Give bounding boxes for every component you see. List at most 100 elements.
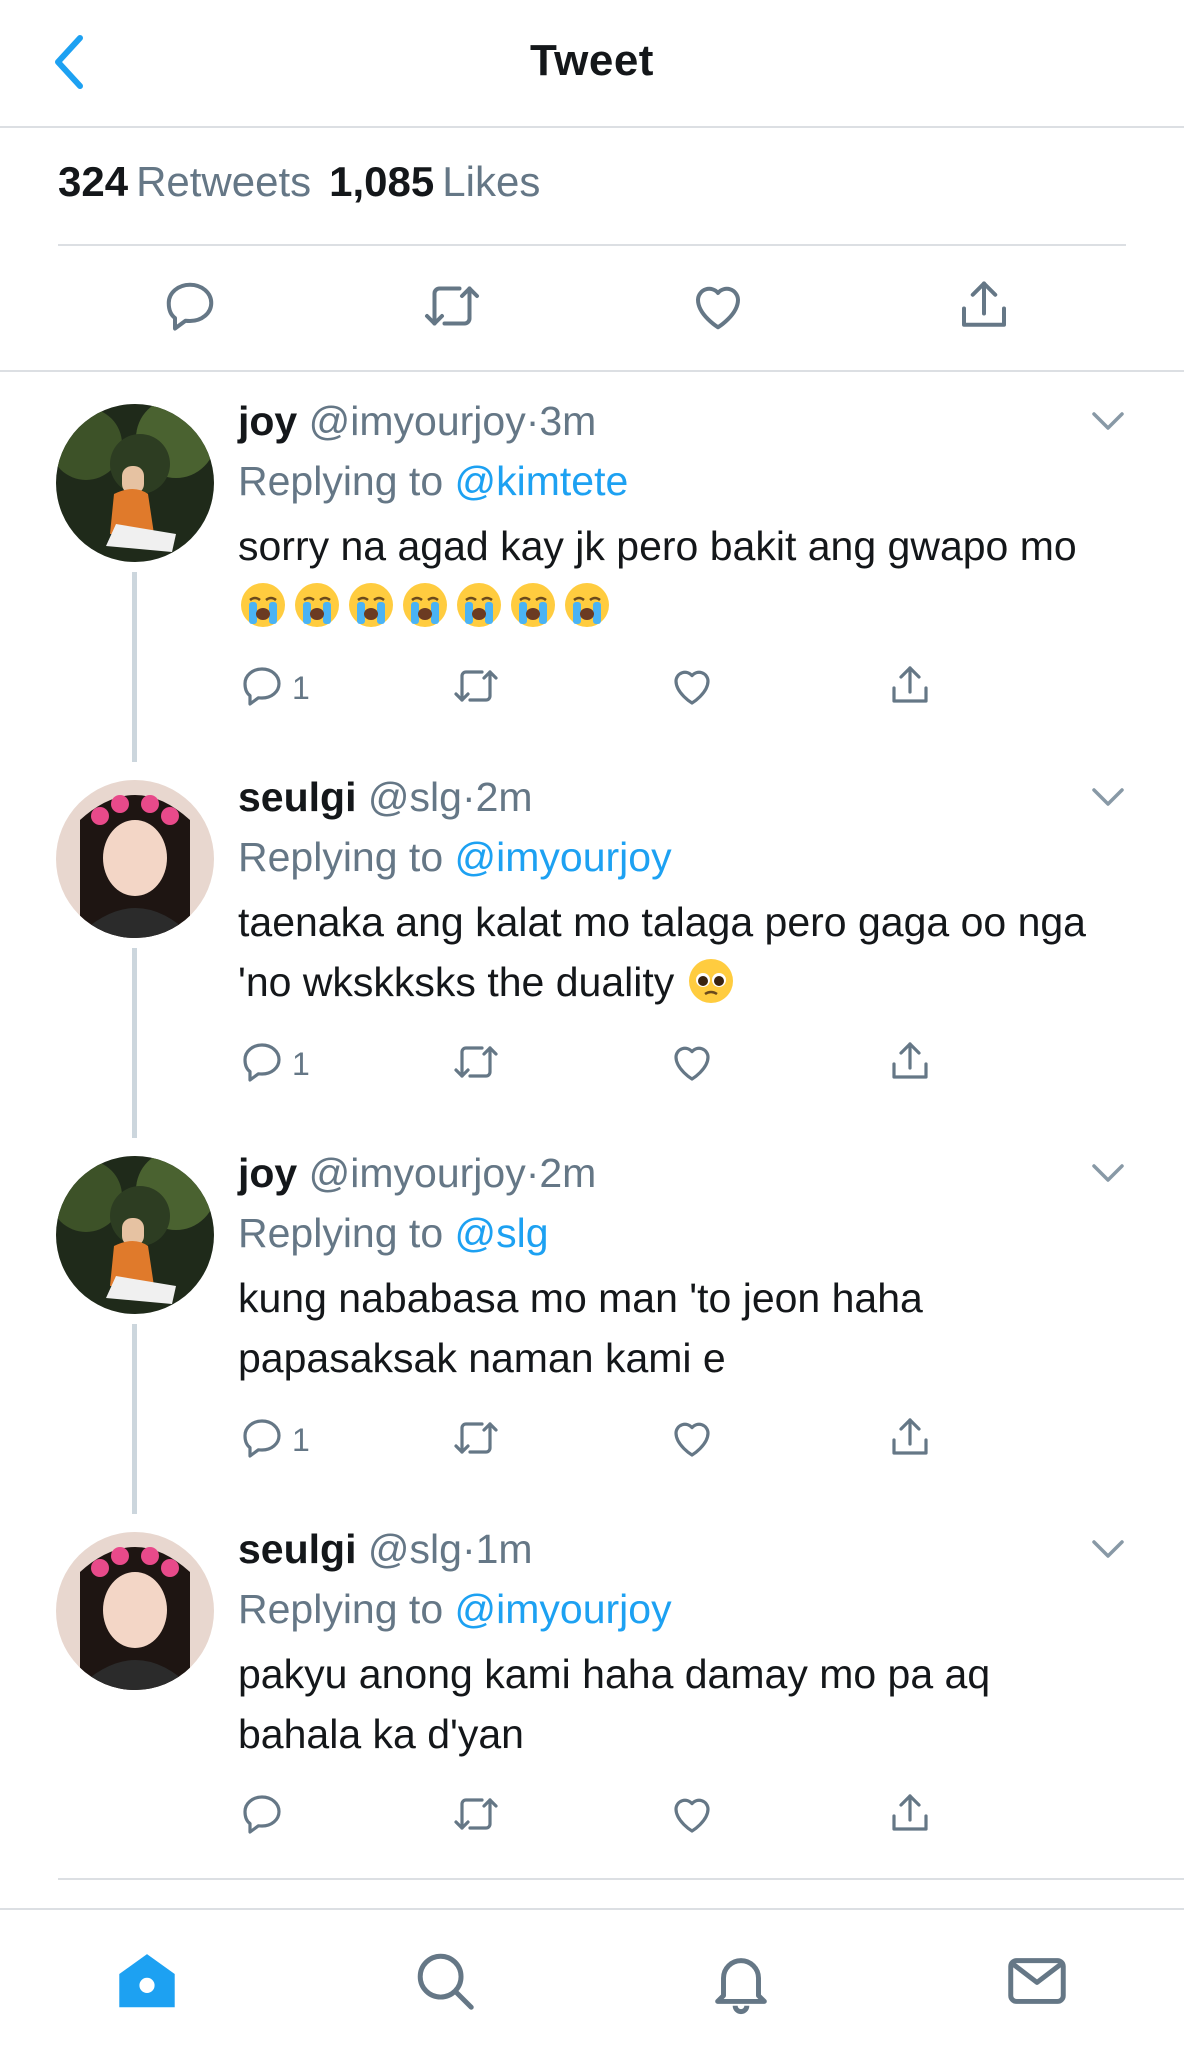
avatar[interactable] <box>56 1532 214 1690</box>
likes-label[interactable]: Likes <box>442 158 540 205</box>
avatar[interactable] <box>56 1156 214 1314</box>
replying-to-handle[interactable]: @imyourjoy <box>455 834 672 880</box>
username[interactable]: @imyourjoy <box>309 398 526 444</box>
reply-count: 1 <box>292 1046 310 1082</box>
separator-dot: · <box>525 398 540 444</box>
retweet-button[interactable] <box>452 1414 500 1470</box>
reply-tweet[interactable]: joy @imyourjoy·3m Replying to @kimtete s… <box>0 376 1184 762</box>
replying-to: Replying to @kimtete <box>238 458 628 505</box>
thread-connector <box>132 1324 137 1514</box>
heart-icon <box>696 286 740 330</box>
like-button[interactable] <box>668 662 716 718</box>
replying-to: Replying to @imyourjoy <box>238 1586 672 1633</box>
reply-button[interactable]: 1 <box>238 1038 310 1094</box>
username[interactable]: @imyourjoy <box>309 1150 526 1196</box>
tab-messages[interactable] <box>1002 1946 1072 2016</box>
retweet-button[interactable] <box>452 1038 500 1094</box>
tweet-text-content: kung nababasa mo man 'to jeon haha papas… <box>238 1275 923 1381</box>
retweet-button[interactable] <box>422 276 482 336</box>
chevron-down-icon <box>1092 1164 1124 1182</box>
retweet-button[interactable] <box>452 1790 500 1846</box>
home-icon <box>119 1954 175 2008</box>
reply-icon <box>243 1043 281 1082</box>
heart-icon <box>674 1422 710 1457</box>
reply-count: 1 <box>292 1422 310 1458</box>
share-button[interactable] <box>886 1414 934 1470</box>
reply-button[interactable]: 1 <box>238 1414 310 1470</box>
reply-count: 1 <box>292 670 310 706</box>
reply-action-bar: 1 <box>238 1414 1138 1478</box>
display-name[interactable]: seulgi <box>238 774 356 820</box>
reply-button[interactable]: 1 <box>238 662 310 718</box>
reply-icon <box>166 282 214 331</box>
tweet-options-button[interactable] <box>1088 1534 1128 1564</box>
avatar[interactable] <box>56 780 214 938</box>
tweet-header: joy @imyourjoy·3m <box>238 398 596 445</box>
tweet-options-button[interactable] <box>1088 406 1128 436</box>
replying-to-handle[interactable]: @kimtete <box>455 458 629 504</box>
replying-to-label: Replying to <box>238 1586 444 1632</box>
share-button[interactable] <box>886 1790 934 1846</box>
replying-to-label: Replying to <box>238 458 444 504</box>
tweet-text-content: taenaka ang kalat mo talaga pero gaga oo… <box>238 899 1086 1005</box>
retweet-icon <box>454 1798 498 1830</box>
share-button[interactable] <box>886 662 934 718</box>
replying-to-handle[interactable]: @slg <box>455 1210 549 1256</box>
loudly-crying-face-icon <box>349 583 393 627</box>
share-button[interactable] <box>954 276 1014 336</box>
tweet-options-button[interactable] <box>1088 1158 1128 1188</box>
retweet-button[interactable] <box>452 662 500 718</box>
tweet-header: seulgi @slg·2m <box>238 774 533 821</box>
display-name[interactable]: joy <box>238 1150 297 1196</box>
replying-to-handle[interactable]: @imyourjoy <box>455 1586 672 1632</box>
avatar-photo-icon <box>56 404 214 562</box>
avatar[interactable] <box>56 404 214 562</box>
timestamp: 1m <box>475 1526 533 1572</box>
reply-button[interactable] <box>238 1790 286 1846</box>
avatar-photo-icon <box>56 780 214 938</box>
reply-tweet[interactable]: joy @imyourjoy·2m Replying to @slg kung … <box>0 1128 1184 1514</box>
like-button[interactable] <box>668 1038 716 1094</box>
replying-to-label: Replying to <box>238 1210 444 1256</box>
tab-search[interactable] <box>410 1946 480 2016</box>
thread-connector <box>132 572 137 762</box>
separator-dot: · <box>525 1150 540 1196</box>
likes-count[interactable]: 1,085 <box>329 158 434 205</box>
heart-icon <box>674 1798 710 1833</box>
bell-icon <box>715 1958 767 2015</box>
thread-connector <box>132 948 137 1138</box>
loudly-crying-face-icon <box>565 583 609 627</box>
tweet-text: kung nababasa mo man 'to jeon haha papas… <box>238 1268 1118 1388</box>
like-button[interactable] <box>688 276 748 336</box>
display-name[interactable]: joy <box>238 398 297 444</box>
like-button[interactable] <box>668 1790 716 1846</box>
reply-tweet[interactable]: seulgi @slg·1m Replying to @imyourjoy pa… <box>0 1504 1184 1880</box>
replying-to: Replying to @slg <box>238 1210 549 1257</box>
heart-icon <box>674 670 710 705</box>
share-icon <box>962 281 1006 327</box>
reply-icon <box>243 667 281 706</box>
timestamp: 2m <box>539 1150 597 1196</box>
like-button[interactable] <box>668 1414 716 1470</box>
mail-icon <box>1008 1958 1066 2004</box>
tweet-options-button[interactable] <box>1088 782 1128 812</box>
tab-home[interactable] <box>112 1946 182 2016</box>
display-name[interactable]: seulgi <box>238 1526 356 1572</box>
replying-to: Replying to @imyourjoy <box>238 834 672 881</box>
retweets-label[interactable]: Retweets <box>136 158 311 205</box>
timestamp: 2m <box>475 774 533 820</box>
username[interactable]: @slg <box>368 1526 462 1572</box>
username[interactable]: @slg <box>368 774 462 820</box>
avatar-photo-icon <box>56 1532 214 1690</box>
share-button[interactable] <box>886 1038 934 1094</box>
reply-tweet[interactable]: seulgi @slg·2m Replying to @imyourjoy ta… <box>0 752 1184 1138</box>
search-icon <box>417 1953 474 2010</box>
loudly-crying-face-icon <box>295 583 339 627</box>
tab-notifications[interactable] <box>706 1946 776 2016</box>
reply-button[interactable] <box>160 276 220 336</box>
retweets-count[interactable]: 324 <box>58 158 128 205</box>
timestamp: 3m <box>539 398 597 444</box>
reply-action-bar <box>238 1790 1138 1854</box>
tweet-text: taenaka ang kalat mo talaga pero gaga oo… <box>238 892 1118 1012</box>
retweet-icon <box>454 1422 498 1454</box>
